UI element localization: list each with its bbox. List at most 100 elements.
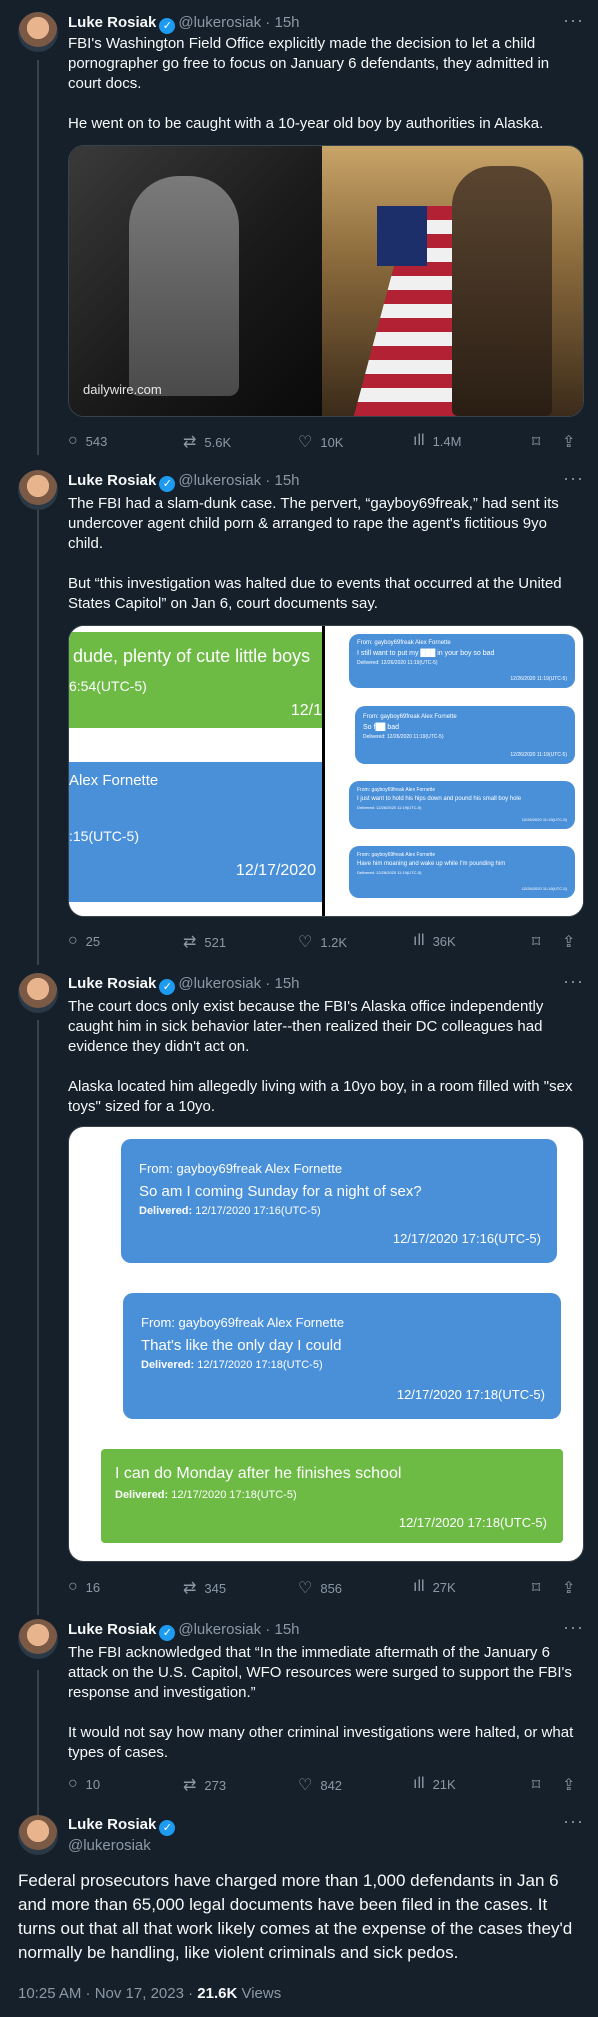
share-icon: ⇪ xyxy=(562,1777,576,1794)
repost-button[interactable]: ⇄ 5.6K xyxy=(183,432,231,452)
views-label: Views xyxy=(237,1985,282,2002)
repost-count: 273 xyxy=(204,1777,227,1793)
bubble-timestamp: 12/26/2020 11:19(UTC-5) xyxy=(521,886,567,891)
like-button[interactable]: ♡ 856 xyxy=(298,1578,342,1598)
views-button[interactable]: ıll 36K xyxy=(413,932,456,950)
tweet-time[interactable]: 15h xyxy=(274,1621,299,1638)
more-icon[interactable]: ··· xyxy=(563,468,584,489)
bubble-delivered: Delivered: 12/17/2020 17:16(UTC-5) xyxy=(139,1205,321,1217)
bubble-message: I just want to hold his hips down and po… xyxy=(357,796,522,802)
tweet-image[interactable]: From: gayboy69freak Alex Fornette So am … xyxy=(68,1126,584,1562)
delivered-label: Delivered: xyxy=(139,1205,193,1217)
author-name[interactable]: Luke Rosiak xyxy=(68,1816,156,1833)
tweet-1[interactable]: Luke Rosiak ✓ @lukerosiak · 15h ··· FBI's … xyxy=(0,0,598,460)
reply-button[interactable]: ○ 25 xyxy=(68,932,100,950)
tweet-header: Luke Rosiak ✓ @lukerosiak · 15h xyxy=(68,975,300,995)
action-bar: ○ 543 ⇄ 5.6K ♡ 10K ıll 1.4M ⌑ ⇪ xyxy=(68,432,582,452)
avatar[interactable] xyxy=(18,973,58,1013)
share-button[interactable]: ⇪ xyxy=(562,1775,575,1795)
tweet-paragraph: The FBI acknowledged that “In the immedi… xyxy=(68,1644,572,1701)
focused-tweet-text: Federal prosecutors have charged more th… xyxy=(18,1871,573,1962)
reply-count: 10 xyxy=(85,1776,101,1792)
bubble-date: 12/17/2020 xyxy=(235,862,316,879)
more-icon[interactable]: ··· xyxy=(563,10,584,31)
bubble-timestamp: 12/17/2020 17:16(UTC-5) xyxy=(392,1231,541,1246)
delivered-time: 12/17/2020 17:18(UTC-5) xyxy=(171,1489,297,1501)
bookmark-icon: ⌑ xyxy=(532,934,541,951)
image-watermark: dailywire.com xyxy=(83,382,162,397)
views-icon: ıll xyxy=(413,932,425,949)
verified-badge-icon: ✓ xyxy=(159,18,176,34)
tweet-3[interactable]: Luke Rosiak ✓ @lukerosiak · 15h ··· The co… xyxy=(0,965,598,1615)
like-button[interactable]: ♡ 1.2K xyxy=(298,932,347,952)
action-bar: ○ 10 ⇄ 273 ♡ 842 ıll 21K ⌑ ⇪ xyxy=(68,1775,582,1795)
tweet-time[interactable]: 15h xyxy=(274,14,299,31)
reply-button[interactable]: ○ 16 xyxy=(68,1578,100,1596)
views-icon: ıll xyxy=(413,1775,425,1792)
more-icon[interactable]: ··· xyxy=(563,1617,584,1638)
tweet-datetime[interactable]: 10:25 AM · Nov 17, 2023 · xyxy=(18,1985,197,2002)
tweet-text: The FBI acknowledged that “In the immedi… xyxy=(68,1643,582,1783)
share-button[interactable]: ⇪ xyxy=(562,932,575,952)
like-button[interactable]: ♡ 10K xyxy=(298,432,343,452)
tweet-image[interactable]: dude, plenty of cute little boys 6:54(UT… xyxy=(68,625,584,917)
author-handle[interactable]: @lukerosiak xyxy=(68,1836,178,1856)
chat-bubble: From: gayboy69freak Alex Fornette So f██… xyxy=(355,706,575,764)
author-handle[interactable]: @lukerosiak xyxy=(178,1621,261,1638)
author-handle[interactable]: @lukerosiak xyxy=(178,472,261,489)
flag-canton xyxy=(377,206,427,266)
chat-bubble: I can do Monday after he finishes school… xyxy=(101,1449,563,1543)
delivered-time: 12/17/2020 17:16(UTC-5) xyxy=(195,1205,321,1217)
author-name[interactable]: Luke Rosiak xyxy=(68,14,156,31)
bookmark-button[interactable]: ⌑ xyxy=(532,1775,540,1795)
like-count: 842 xyxy=(320,1777,343,1793)
views-button[interactable]: ıll 27K xyxy=(413,1578,456,1596)
views-count: 27K xyxy=(432,1579,456,1595)
tweet-time[interactable]: 15h xyxy=(274,975,299,992)
repost-button[interactable]: ⇄ 345 xyxy=(183,1578,226,1598)
repost-button[interactable]: ⇄ 273 xyxy=(183,1775,226,1795)
avatar[interactable] xyxy=(18,470,58,510)
views-button[interactable]: ıll 21K xyxy=(413,1775,456,1793)
more-icon[interactable]: ··· xyxy=(563,1811,584,1832)
share-button[interactable]: ⇪ xyxy=(562,1578,575,1598)
tweet-time[interactable]: 15h xyxy=(274,472,299,489)
tweet-paragraph: But “this investigation was halted due t… xyxy=(68,575,562,612)
reply-button[interactable]: ○ 10 xyxy=(68,1775,100,1793)
bubble-message: dude, plenty of cute little boys xyxy=(73,646,311,666)
views-count: 36K xyxy=(432,933,456,949)
tweet-2[interactable]: Luke Rosiak ✓ @lukerosiak · 15h ··· The FB… xyxy=(0,460,598,965)
tweet-image[interactable]: dailywire.com xyxy=(68,145,584,417)
avatar[interactable] xyxy=(18,1619,58,1659)
tweet-4[interactable]: Luke Rosiak ✓ @lukerosiak · 15h ··· The FB… xyxy=(0,1615,598,1815)
verified-badge-icon: ✓ xyxy=(159,476,176,492)
like-count: 1.2K xyxy=(320,934,348,950)
like-button[interactable]: ♡ 842 xyxy=(298,1775,342,1795)
author-name[interactable]: Luke Rosiak xyxy=(68,975,156,992)
author-name[interactable]: Luke Rosiak xyxy=(68,472,156,489)
bookmark-icon: ⌑ xyxy=(532,1777,541,1794)
bookmark-icon: ⌑ xyxy=(532,434,541,451)
tweet-paragraph: FBI's Washington Field Office explicitly… xyxy=(68,35,550,92)
reply-button[interactable]: ○ 543 xyxy=(68,432,107,450)
share-button[interactable]: ⇪ xyxy=(562,432,575,452)
views-button[interactable]: ıll 1.4M xyxy=(413,432,461,450)
child-figure xyxy=(129,176,239,396)
bubble-time: :15(UTC-5) xyxy=(69,828,140,844)
repost-button[interactable]: ⇄ 521 xyxy=(183,932,226,952)
chat-right-panel: From: gayboy69freak Alex Fornette I stil… xyxy=(325,626,583,916)
bookmark-button[interactable]: ⌑ xyxy=(532,432,540,452)
avatar[interactable] xyxy=(18,1815,58,1855)
bubble-time: 6:54(UTC-5) xyxy=(69,678,147,694)
bookmark-button[interactable]: ⌑ xyxy=(532,932,540,952)
verified-badge-icon: ✓ xyxy=(159,979,176,995)
tweet-focused[interactable]: Luke Rosiak ✓ @lukerosiak ··· Federal pro… xyxy=(0,1811,598,2017)
chat-bubble: From: gayboy69freak Alex Fornette So am … xyxy=(121,1139,557,1263)
more-icon[interactable]: ··· xyxy=(563,971,584,992)
avatar[interactable] xyxy=(18,12,58,52)
author-handle[interactable]: @lukerosiak xyxy=(178,14,261,31)
bookmark-button[interactable]: ⌑ xyxy=(532,1578,540,1598)
author-name[interactable]: Luke Rosiak xyxy=(68,1621,156,1638)
author-handle[interactable]: @lukerosiak xyxy=(178,975,261,992)
tweet-paragraph: He went on to be caught with a 10-year o… xyxy=(68,115,544,132)
